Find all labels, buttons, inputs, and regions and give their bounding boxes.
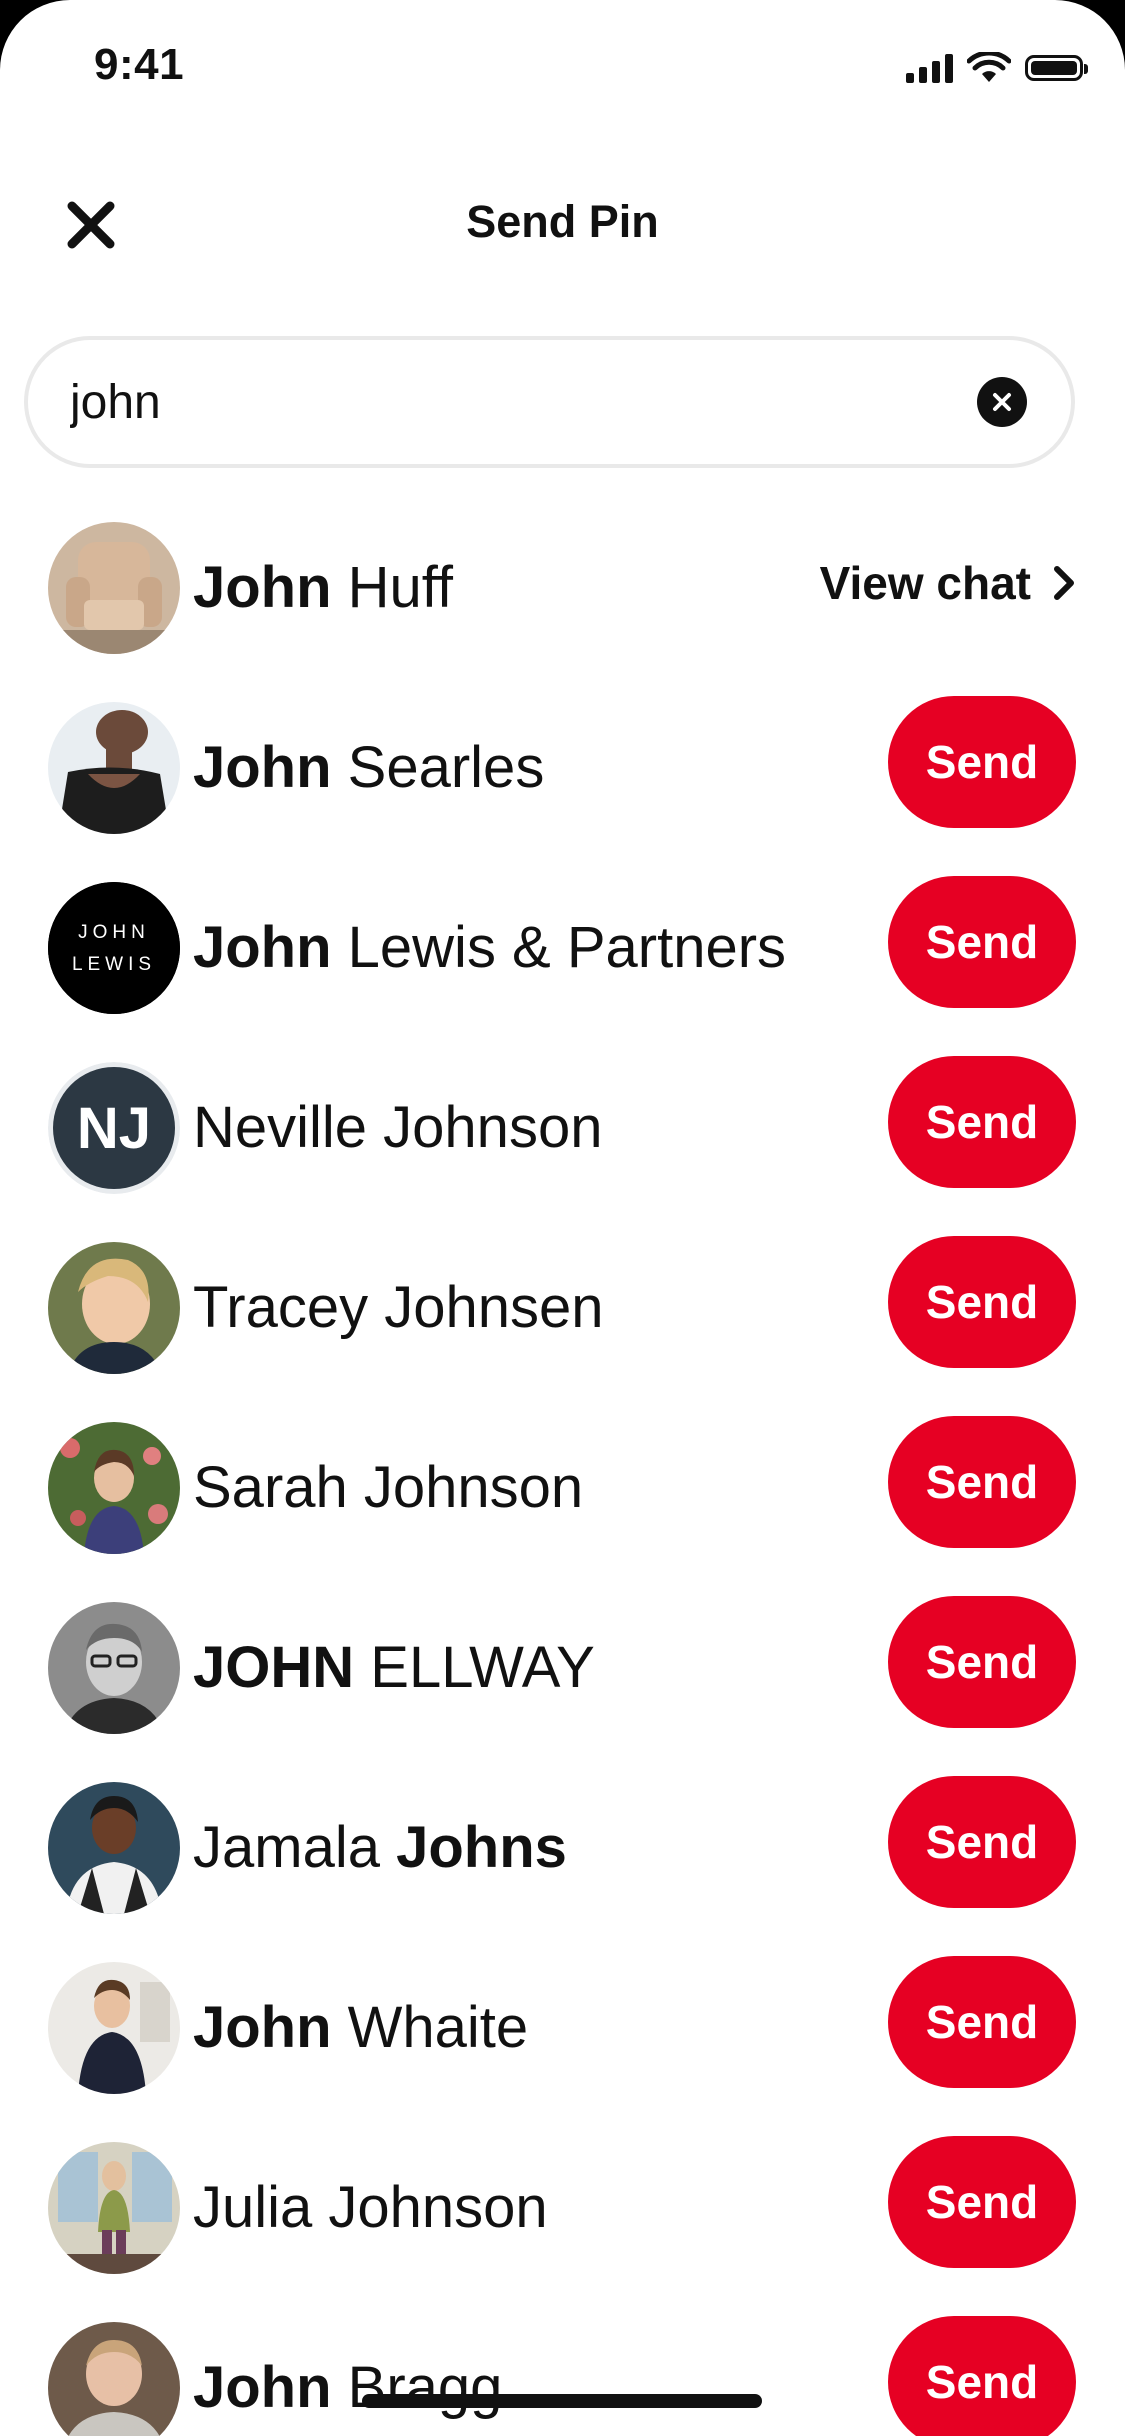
contact-list: John Huff View chat John Searles Send JO… [0, 516, 1125, 2436]
clear-icon [993, 393, 1011, 411]
search-input[interactable] [28, 339, 977, 465]
contact-row[interactable]: Sarah Johnson Send [0, 1416, 1125, 1596]
wifi-icon [967, 52, 1011, 82]
send-button[interactable]: Send [888, 696, 1076, 828]
app-screen: 9:41 Send Pin john John Huff View chat J… [0, 0, 1125, 2436]
home-indicator[interactable] [362, 2394, 762, 2408]
contact-name: John Whaite [193, 1995, 529, 2060]
contact-row[interactable]: JOHN ELLWAY Send [0, 1596, 1125, 1776]
status-icons [906, 52, 1088, 84]
avatar [48, 2142, 180, 2274]
contact-name: Tracey Johnsen [193, 1275, 604, 1340]
contact-name: Sarah Johnson [193, 1455, 584, 1520]
send-button[interactable]: Send [888, 1776, 1076, 1908]
avatar-initials: NJ [77, 1096, 151, 1161]
contact-name: Julia Johnson [193, 2175, 548, 2240]
contact-name: Neville Johnson [193, 1095, 603, 1160]
view-chat-link[interactable]: View chat [820, 556, 1075, 610]
avatar [48, 1242, 180, 1374]
avatar [48, 2322, 180, 2436]
send-button[interactable]: Send [888, 1056, 1076, 1188]
avatar [48, 702, 180, 834]
contact-row[interactable]: John Searles Send [0, 696, 1125, 876]
avatar [48, 1782, 180, 1914]
status-time: 9:41 [94, 40, 185, 89]
send-button[interactable]: Send [888, 1596, 1076, 1728]
battery-icon [1025, 55, 1088, 81]
contact-name: John Bragg [193, 2355, 503, 2420]
clear-search-button[interactable] [977, 377, 1027, 427]
avatar [48, 1602, 180, 1734]
contact-row[interactable]: John Huff View chat [0, 516, 1125, 696]
avatar-brand-text-1: JOHN [78, 922, 150, 943]
contact-row[interactable]: Julia Johnson Send [0, 2136, 1125, 2316]
avatar [48, 1422, 180, 1554]
avatar [48, 522, 180, 654]
avatar-brand-text-2: LEWIS [72, 954, 156, 975]
contact-row[interactable]: NJ Neville Johnson Send [0, 1056, 1125, 1236]
contact-row[interactable]: Jamala Johns Send [0, 1776, 1125, 1956]
send-button[interactable]: Send [888, 876, 1076, 1008]
avatar: NJ [48, 1062, 180, 1194]
contact-row[interactable]: John Bragg Send [0, 2316, 1125, 2436]
cellular-signal-icon [906, 53, 953, 83]
contact-name: John Huff [193, 555, 453, 620]
search-field[interactable] [24, 336, 1075, 468]
send-button[interactable]: Send [888, 2316, 1076, 2436]
contact-name: JOHN ELLWAY [193, 1635, 595, 1700]
avatar: JOHN LEWIS [48, 882, 180, 1014]
send-button[interactable]: Send [888, 1416, 1076, 1548]
contact-name: John Lewis & Partners [193, 915, 787, 980]
contact-row[interactable]: JOHN LEWIS John Lewis & Partners Send [0, 876, 1125, 1056]
contact-name: Jamala Johns [193, 1815, 567, 1880]
contact-row[interactable]: John Whaite Send [0, 1956, 1125, 2136]
send-button[interactable]: Send [888, 1236, 1076, 1368]
avatar [48, 1962, 180, 2094]
chevron-right-icon [1054, 566, 1074, 600]
page-title: Send Pin [466, 196, 659, 247]
contact-name: John Searles [193, 735, 545, 800]
send-button[interactable]: Send [888, 1956, 1076, 2088]
contact-row[interactable]: Tracey Johnsen Send [0, 1236, 1125, 1416]
send-button[interactable]: Send [888, 2136, 1076, 2268]
